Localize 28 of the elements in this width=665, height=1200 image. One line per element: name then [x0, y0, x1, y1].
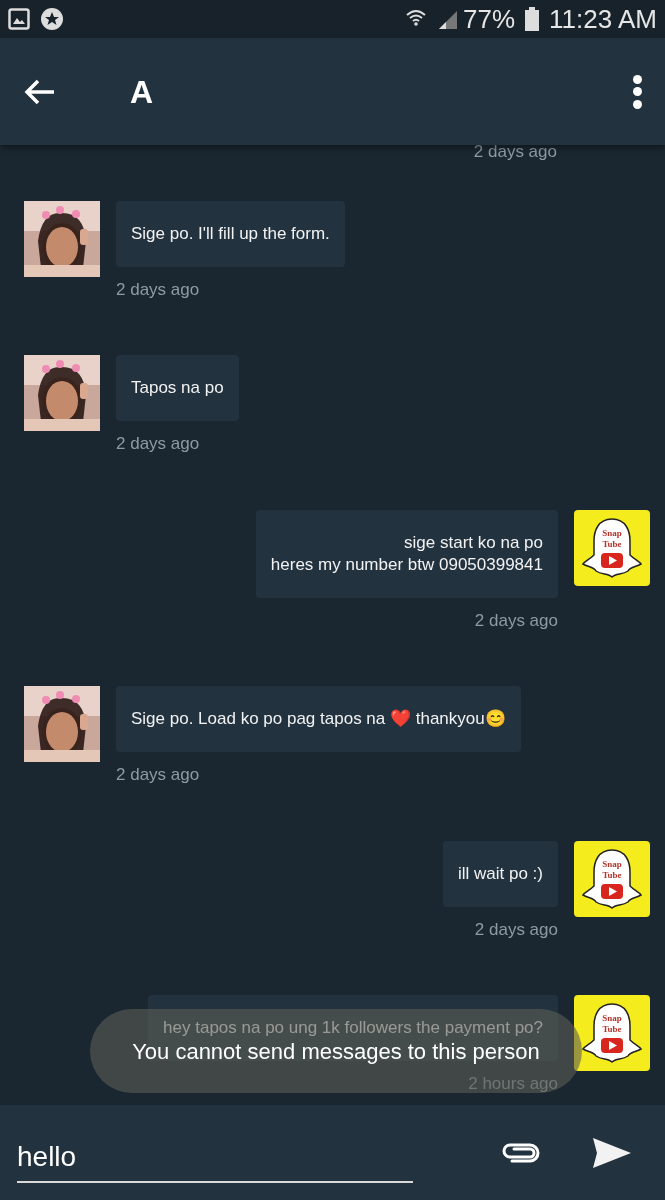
message-time: 2 days ago [116, 764, 200, 786]
message-input[interactable]: hello [17, 1132, 413, 1183]
logo-text: Snap [602, 1013, 622, 1024]
clock: 11:23 AM [549, 2, 657, 36]
ghost-icon [580, 1000, 644, 1066]
message-text: Sige po. Load ko po pag tapos na ❤ thankyou😊 [131, 708, 506, 730]
logo-text: Snap [602, 858, 622, 870]
logo-text: Tube [602, 1024, 622, 1035]
battery-percent: 77% [463, 2, 516, 36]
message-time: 2 days ago [474, 609, 558, 632]
message-time: 2 days ago [474, 918, 558, 941]
message-time: 2 days ago [473, 145, 557, 163]
message-text: ill wait po :) [457, 862, 543, 885]
message-text: Tapos na po [131, 377, 224, 399]
message-text: heres my number btw 09050399841 [270, 553, 543, 576]
message-text: Sige po. I'll fill up the form. [131, 222, 330, 245]
logo-text: Tube [602, 538, 622, 550]
battery-icon [525, 7, 540, 31]
chat-title: A [130, 72, 154, 112]
image-icon [8, 8, 30, 30]
message-text: sige start ko na po [404, 531, 543, 554]
compose-bar[interactable]: hello [0, 1105, 665, 1200]
message-time: 2 days ago [116, 433, 200, 455]
message-time: 2 days ago [116, 278, 200, 301]
message-text: hey tapos na po ung 1k followers the payment po? [163, 1017, 543, 1039]
logo-text: Tube [602, 869, 622, 881]
logo-text: Snap [602, 527, 622, 539]
more-menu-button[interactable] [631, 74, 643, 109]
